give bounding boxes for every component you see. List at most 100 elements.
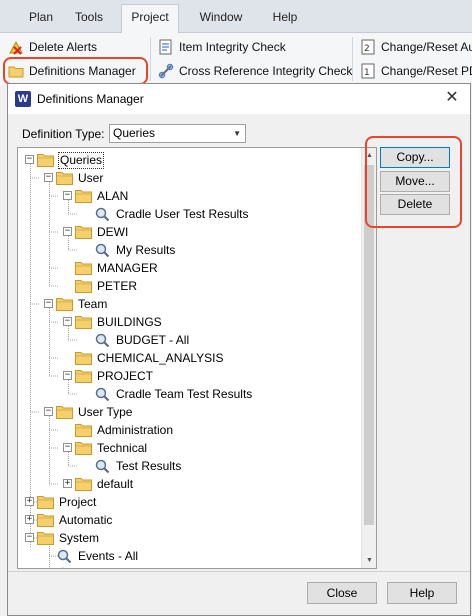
expand-toggle-icon[interactable]: + — [63, 479, 72, 488]
tree-node-label: Cradle Team Test Results — [116, 386, 253, 401]
cross-reference-integrity-check-label: Cross Reference Integrity Check — [179, 64, 353, 78]
tab-help[interactable]: Help — [262, 6, 308, 28]
ribbon-separator — [352, 37, 353, 81]
close-button[interactable]: Close — [307, 582, 377, 604]
tree-node-label: Administration — [97, 422, 174, 437]
chevron-down-icon: ▼ — [233, 129, 241, 138]
tree-folder-node[interactable]: ALAN — [75, 187, 129, 205]
tab-project[interactable]: Project — [121, 4, 179, 34]
delete-alerts-icon — [9, 40, 23, 55]
ribbon-panel: Delete Alerts Definitions Manager Item I… — [0, 33, 472, 85]
tree-folder-node[interactable]: Technical — [75, 439, 148, 457]
folder-icon — [75, 262, 92, 275]
definitions-tree[interactable]: − Queries − User − ALAN Cradle User Test Resul… — [17, 147, 377, 569]
change-reset-pdu-button[interactable]: 1 Change/Reset PDU — [360, 60, 472, 82]
collapse-toggle-icon[interactable]: − — [44, 299, 53, 308]
dialog-title-bar: W Definitions Manager ✕ — [8, 84, 470, 114]
expand-toggle-icon[interactable]: + — [25, 515, 34, 524]
tree-folder-node[interactable]: PETER — [75, 277, 138, 295]
item-integrity-check-label: Item Integrity Check — [179, 40, 286, 54]
tree-node-label: ALAN — [97, 188, 129, 203]
change-reset-aut-button[interactable]: 2 Change/Reset Aut — [360, 36, 472, 58]
svg-text:1: 1 — [364, 68, 370, 78]
tree-node-label: Requirements - All — [77, 567, 177, 569]
tree-query-node[interactable]: Events - All — [56, 547, 139, 565]
tree-folder-node[interactable]: User Type — [56, 403, 133, 421]
collapse-toggle-icon[interactable]: − — [63, 371, 72, 380]
collapse-toggle-icon[interactable]: − — [63, 443, 72, 452]
collapse-toggle-icon[interactable]: − — [44, 407, 53, 416]
collapse-toggle-icon[interactable]: − — [25, 155, 34, 164]
collapse-toggle-icon[interactable]: − — [44, 173, 53, 182]
tree-folder-node[interactable]: Automatic — [37, 511, 113, 529]
tree-content: − Queries − User − ALAN Cradle User Test Resul… — [18, 148, 362, 568]
folder-icon — [75, 442, 92, 455]
folder-icon — [37, 514, 54, 527]
collapse-toggle-icon[interactable]: − — [63, 317, 72, 326]
tab-plan[interactable]: Plan — [19, 6, 63, 28]
folder-icon — [75, 352, 92, 365]
tree-query-node[interactable]: My Results — [94, 241, 176, 259]
change-reset-aut-label: Change/Reset Aut — [381, 40, 472, 54]
help-button[interactable]: Help — [387, 582, 457, 604]
tree-query-node[interactable]: BUDGET - All — [94, 331, 190, 349]
tree-node-label: Project — [59, 494, 97, 509]
magnifier-icon — [95, 333, 110, 347]
ribbon-separator — [150, 37, 151, 81]
tree-folder-node[interactable]: PROJECT — [75, 367, 154, 385]
tree-folder-node[interactable]: BUILDINGS — [75, 313, 163, 331]
tree-node-label: default — [97, 476, 134, 491]
folder-icon — [75, 316, 92, 329]
tree-folder-node[interactable]: CHEMICAL_ANALYSIS — [75, 349, 225, 367]
tree-folder-node[interactable]: System — [37, 529, 100, 547]
checklist-icon — [159, 39, 172, 55]
tree-folder-node[interactable]: User — [56, 169, 104, 187]
svg-text:2: 2 — [364, 44, 370, 54]
tree-node-label: CHEMICAL_ANALYSIS — [97, 350, 224, 365]
tree-node-label: Cradle User Test Results — [116, 206, 249, 221]
expand-toggle-icon[interactable]: + — [25, 497, 34, 506]
folder-icon — [37, 154, 54, 167]
tree-node-label: PETER — [97, 278, 138, 293]
folder-icon — [56, 298, 73, 311]
document-number-icon: 1 — [361, 63, 375, 79]
folder-icon — [37, 496, 54, 509]
tab-tools[interactable]: Tools — [66, 6, 112, 28]
tab-window[interactable]: Window — [190, 6, 252, 28]
tree-folder-node[interactable]: Project — [37, 493, 97, 511]
tree-node-label: Events - All — [78, 548, 139, 563]
tree-folder-node[interactable]: DEWI — [75, 223, 129, 241]
collapse-toggle-icon[interactable]: − — [63, 227, 72, 236]
tree-query-node[interactable]: Cradle Team Test Results — [94, 385, 253, 403]
folder-icon — [37, 532, 54, 545]
delete-alerts-button[interactable]: Delete Alerts — [8, 36, 97, 58]
magnifier-icon — [95, 207, 110, 221]
magnifier-icon — [57, 549, 72, 563]
collapse-toggle-icon[interactable]: − — [25, 533, 34, 542]
action-buttons-highlight — [365, 136, 462, 228]
folder-icon — [56, 172, 73, 185]
tree-query-node[interactable]: Test Results — [94, 457, 182, 475]
tree-node-label: Team — [78, 296, 108, 311]
tree-folder-node[interactable]: MANAGER — [75, 259, 159, 277]
tree-folder-node[interactable]: Administration — [75, 421, 174, 439]
tree-folder-node[interactable]: default — [75, 475, 134, 493]
tree-node-label: User Type — [78, 404, 133, 419]
tree-query-node[interactable]: Cradle User Test Results — [94, 205, 250, 223]
scroll-down-icon[interactable]: ▼ — [362, 553, 376, 568]
close-icon[interactable]: ✕ — [442, 89, 462, 109]
magnifier-icon — [95, 459, 110, 473]
folder-icon — [75, 370, 92, 383]
tree-node-label: Queries — [58, 151, 105, 169]
definition-type-select[interactable]: Queries ▼ — [109, 124, 246, 143]
tree-folder-node[interactable]: Queries — [37, 151, 105, 169]
folder-icon — [56, 406, 73, 419]
cross-reference-integrity-check-button[interactable]: Cross Reference Integrity Check — [158, 60, 352, 82]
folder-icon — [75, 424, 92, 437]
tree-node-label: Technical — [97, 440, 148, 455]
tree-query-node[interactable]: Requirements - All — [56, 565, 177, 568]
tree-folder-node[interactable]: Team — [56, 295, 108, 313]
item-integrity-check-button[interactable]: Item Integrity Check — [158, 36, 286, 58]
collapse-toggle-icon[interactable]: − — [63, 191, 72, 200]
delete-alerts-label: Delete Alerts — [29, 40, 98, 54]
